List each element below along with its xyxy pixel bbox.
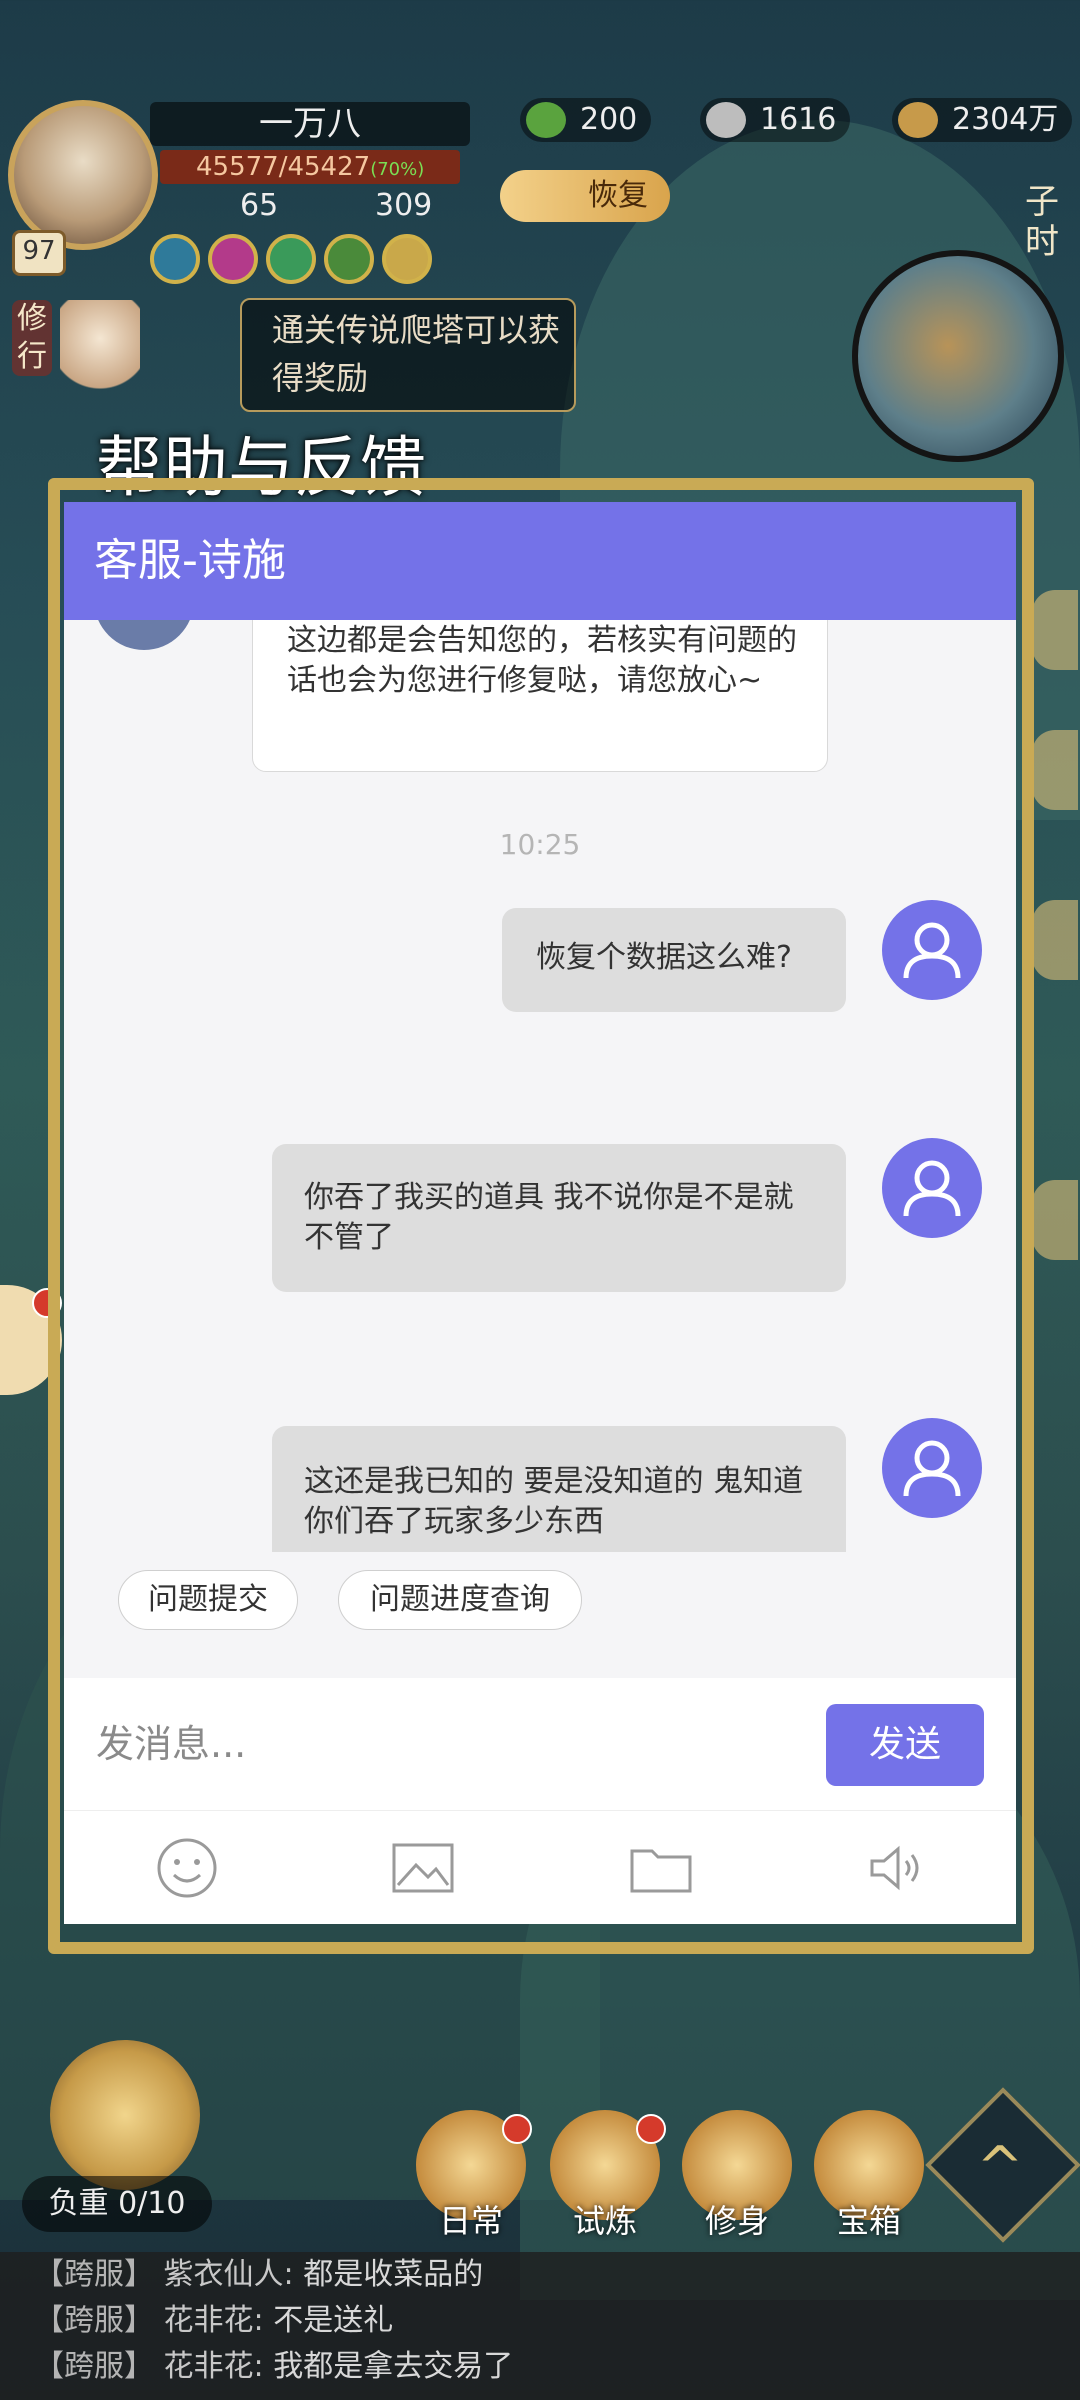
message-input[interactable] (64, 1678, 824, 1810)
issue-progress-button[interactable]: 问题进度查询 (338, 1570, 582, 1630)
carry-weight: 负重 0/10 (22, 2176, 212, 2232)
currency-coin-value: 2304万 (952, 102, 1059, 137)
message-list[interactable]: 这边都是会告知您的，若核实有问题的话也会为您进行修复哒，请您放心~ 10:25 … (64, 620, 1016, 1552)
level-badge: 97 (12, 230, 66, 276)
agent-avatar (94, 620, 194, 650)
emoji-icon[interactable] (152, 1833, 222, 1903)
user-message: 恢复个数据这么难? (502, 908, 846, 1012)
time-label: 子时 (1025, 182, 1059, 262)
chat-text: 我都是拿去交易了 (273, 2349, 514, 2384)
side-menu-icon[interactable] (1032, 1180, 1078, 1260)
user-message: 你吞了我买的道具 我不说你是不是就不管了 (272, 1144, 846, 1292)
user-message-text: 你吞了我买的道具 我不说你是不是就不管了 (304, 1180, 794, 1255)
coin-icon (898, 102, 938, 138)
customer-service-dialog: 客服-诗施 这边都是会告知您的，若核实有问题的话也会为您进行修复哒，请您放心~ … (64, 502, 1016, 1924)
user-avatar (882, 900, 982, 1000)
side-menu-icon[interactable] (1032, 730, 1078, 810)
daily-label: 日常 (438, 2202, 503, 2240)
chat-sender: 花非花: (163, 2349, 264, 2384)
xiuxing-label[interactable]: 修行 (12, 300, 52, 376)
restore-button[interactable]: 恢复 (500, 170, 670, 222)
hp-percent: (70%) (370, 159, 425, 180)
chat-line: 【跨服】 紫衣仙人: 都是收菜品的 (0, 2252, 1080, 2298)
tip-bubble: 通关传说爬塔可以获得奖励 (240, 298, 576, 412)
player-avatar[interactable] (8, 100, 158, 250)
folder-icon[interactable] (626, 1833, 696, 1903)
user-message-text: 恢复个数据这么难? (536, 940, 792, 975)
chat-channel-tag: 【跨服】 (34, 2349, 154, 2384)
image-icon[interactable] (388, 1833, 458, 1903)
user-avatar (882, 1138, 982, 1238)
send-button[interactable]: 发送 (826, 1704, 984, 1786)
side-menu-icon[interactable] (1032, 590, 1078, 670)
currency-silver[interactable]: 1616 (700, 98, 851, 142)
chat-channel-tag: 【跨服】 (34, 2303, 154, 2338)
chat-text: 不是送礼 (273, 2303, 394, 2338)
jade-icon (526, 102, 566, 138)
user-avatar-icon (903, 922, 961, 979)
input-bar: 发送 (64, 1678, 1016, 1810)
chibi-character (60, 300, 140, 410)
currency-coin[interactable]: 2304万 (892, 98, 1073, 142)
flower-buff-icon[interactable] (208, 234, 258, 284)
user-avatar (882, 1418, 982, 1518)
user-message-text: 这还是我已知的 要是没知道的 鬼知道你们吞了玩家多少东西 (304, 1464, 804, 1539)
stat-a: 65 (240, 188, 279, 223)
tree-buff-icon[interactable] (324, 234, 374, 284)
hp-text: 45577/45427 (196, 152, 371, 182)
submit-issue-button[interactable]: 问题提交 (118, 1570, 298, 1630)
leaf-buff-icon[interactable] (266, 234, 316, 284)
trial-label: 试炼 (572, 2202, 637, 2240)
notification-dot (502, 2114, 532, 2144)
side-menu-icon[interactable] (1032, 900, 1078, 980)
message-timestamp: 10:25 (499, 828, 581, 861)
stat-b: 309 (375, 188, 433, 223)
attachment-toolbar (64, 1810, 1016, 1924)
bowl-buff-icon[interactable] (382, 234, 432, 284)
agent-message-text: 这边都是会告知您的，若核实有问题的话也会为您进行修复哒，请您放心~ (287, 623, 797, 698)
dialog-header: 客服-诗施 (64, 502, 1016, 620)
player-name: 一万八 (150, 102, 470, 146)
chat-channel-tag: 【跨服】 (34, 2257, 154, 2292)
treasure-box-label: 宝箱 (836, 2202, 901, 2240)
chat-text: 都是收菜品的 (303, 2257, 484, 2292)
currency-silver-value: 1616 (760, 102, 837, 137)
currency-jade[interactable]: 200 (520, 98, 652, 142)
chat-sender: 紫衣仙人: (163, 2257, 294, 2292)
minimap[interactable] (852, 250, 1064, 462)
chat-line: 【跨服】 花非花: 我都是拿去交易了 (0, 2344, 1080, 2390)
silver-ingot-icon (706, 102, 746, 138)
cart-icon[interactable] (50, 2040, 200, 2190)
voice-icon[interactable] (862, 1833, 932, 1903)
agent-message: 这边都是会告知您的，若核实有问题的话也会为您进行修复哒，请您放心~ (252, 620, 828, 772)
world-chat-log[interactable]: 【跨服】 紫衣仙人: 都是收菜品的 【跨服】 花非花: 不是送礼 【跨服】 花非… (0, 2252, 1080, 2400)
chat-sender: 花非花: (163, 2303, 264, 2338)
notification-dot (636, 2114, 666, 2144)
currency-jade-value: 200 (580, 102, 638, 137)
user-avatar-icon (903, 1440, 961, 1497)
chat-line: 【跨服】 花非花: 不是送礼 (0, 2298, 1080, 2344)
chevron-up-icon: ^ (976, 2135, 1024, 2200)
user-message: 这还是我已知的 要是没知道的 鬼知道你们吞了玩家多少东西 (272, 1426, 846, 1552)
user-avatar-icon (903, 1160, 961, 1217)
cultivate-label: 修身 (704, 2202, 769, 2240)
hp-bar: 45577/45427(70%) (160, 150, 460, 184)
music-buff-icon[interactable] (150, 234, 200, 284)
